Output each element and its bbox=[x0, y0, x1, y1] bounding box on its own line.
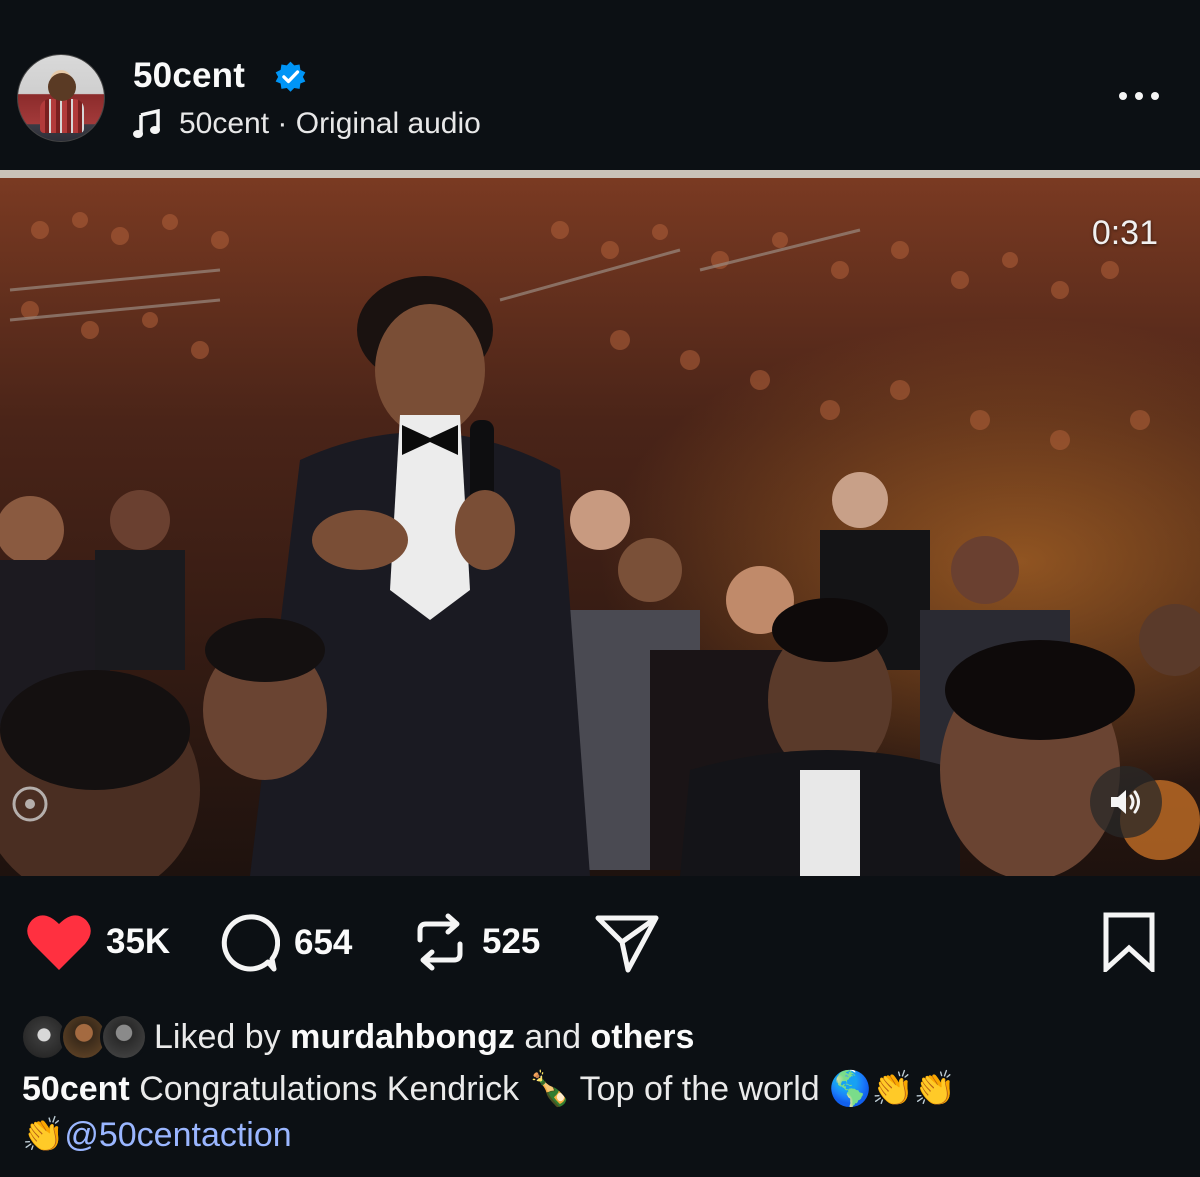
mute-button[interactable] bbox=[1090, 766, 1162, 838]
comment-icon[interactable] bbox=[218, 912, 280, 974]
liked-avatars bbox=[20, 1013, 148, 1061]
caption-text: Congratulations Kendrick 🍾 Top of the wo… bbox=[139, 1070, 957, 1108]
bookmark-icon[interactable] bbox=[1100, 912, 1158, 972]
repost-icon[interactable] bbox=[412, 912, 468, 972]
more-options-icon[interactable] bbox=[1115, 88, 1163, 104]
share-action[interactable] bbox=[594, 912, 660, 974]
liked-by-row[interactable]: Liked by murdahbongz and others bbox=[20, 1012, 694, 1062]
comment-action[interactable]: 654 bbox=[218, 912, 352, 974]
username[interactable]: 50cent bbox=[133, 56, 245, 96]
caption-emoji: 👏 bbox=[22, 1116, 65, 1154]
liked-by-text: Liked by murdahbongz and others bbox=[154, 1018, 694, 1057]
like-count: 35K bbox=[106, 922, 171, 961]
heart-icon[interactable] bbox=[26, 912, 92, 972]
avatar-head bbox=[48, 73, 76, 101]
post-header: 50cent 50cent · Original audio bbox=[0, 0, 1200, 168]
liked-by-user[interactable]: murdahbongz bbox=[290, 1018, 515, 1056]
caption-username[interactable]: 50cent bbox=[22, 1070, 130, 1108]
send-icon[interactable] bbox=[594, 912, 660, 974]
liked-by-others[interactable]: others bbox=[591, 1018, 695, 1056]
liked-avatar bbox=[100, 1013, 148, 1061]
video-player[interactable]: 0:31 bbox=[0, 170, 1200, 876]
repost-action[interactable]: 525 bbox=[412, 912, 540, 972]
repost-count: 525 bbox=[482, 922, 541, 961]
speaker-icon bbox=[1111, 790, 1140, 814]
liked-by-prefix: Liked by bbox=[154, 1017, 281, 1056]
like-action[interactable]: 35K bbox=[26, 912, 170, 972]
video-frame bbox=[0, 170, 1200, 876]
verified-badge-icon bbox=[275, 61, 306, 92]
profile-avatar[interactable] bbox=[17, 54, 105, 142]
liked-by-and: and bbox=[524, 1017, 582, 1056]
caption-mention[interactable]: @50centaction bbox=[64, 1116, 291, 1154]
audio-info[interactable]: 50cent · Original audio bbox=[133, 106, 481, 142]
avatar-shirt bbox=[40, 99, 84, 133]
comment-count: 654 bbox=[294, 923, 353, 962]
video-timer: 0:31 bbox=[1091, 214, 1158, 252]
post-actions: 35K 654 525 bbox=[0, 900, 1200, 984]
music-note-icon bbox=[133, 109, 160, 138]
audio-label: 50cent · Original audio bbox=[179, 107, 481, 140]
post-caption: 50cent Congratulations Kendrick 🍾 Top of… bbox=[22, 1066, 1182, 1158]
